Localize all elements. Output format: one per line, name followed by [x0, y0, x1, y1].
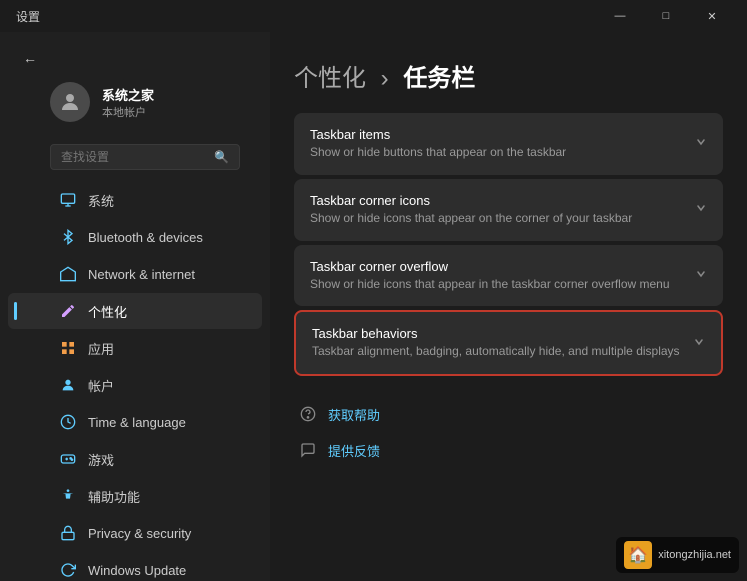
sidebar-item-update[interactable]: Windows Update	[8, 552, 262, 581]
bluetooth-icon	[58, 227, 78, 247]
apps-icon	[58, 338, 78, 358]
sidebar-label-time: Time & language	[88, 415, 186, 430]
watermark: 🏠 xitongzhijia.net	[616, 537, 739, 573]
network-icon	[58, 264, 78, 284]
card-chevron-taskbar-items	[695, 136, 707, 151]
titlebar: 设置 — □ ✕	[0, 0, 747, 32]
privacy-icon	[58, 523, 78, 543]
sidebar-label-accounts: 帐户	[88, 376, 114, 395]
avatar	[50, 82, 90, 122]
sidebar-item-gaming[interactable]: 游戏	[8, 441, 262, 477]
card-chevron-taskbar-corner-icons	[695, 202, 707, 217]
card-title-taskbar-items: Taskbar items	[310, 127, 683, 142]
sidebar-item-time[interactable]: Time & language	[8, 404, 262, 440]
gaming-icon	[58, 449, 78, 469]
card-title-taskbar-behaviors: Taskbar behaviors	[312, 326, 681, 341]
feedback-icon	[298, 440, 318, 460]
link-help[interactable]: 获取帮助	[294, 396, 723, 432]
sidebar-label-accessibility: 辅助功能	[88, 487, 140, 506]
sidebar-label-personalize: 个性化	[88, 302, 127, 321]
accounts-icon	[58, 375, 78, 395]
back-button[interactable]: ←	[16, 44, 44, 72]
card-taskbar-items[interactable]: Taskbar items Show or hide buttons that …	[294, 113, 723, 175]
link-label-help: 获取帮助	[328, 405, 380, 424]
card-chevron-taskbar-corner-overflow	[695, 268, 707, 283]
card-desc-taskbar-items: Show or hide buttons that appear on the …	[310, 144, 683, 161]
titlebar-controls: — □ ✕	[597, 0, 735, 32]
watermark-logo: 🏠	[624, 541, 652, 569]
card-desc-taskbar-corner-overflow: Show or hide icons that appear in the ta…	[310, 276, 683, 293]
user-profile[interactable]: 系统之家 本地帐户	[0, 72, 270, 132]
time-icon	[58, 412, 78, 432]
main-content: 个性化 › 任务栏 Taskbar items Show or hide but…	[270, 32, 747, 581]
card-title-taskbar-corner-icons: Taskbar corner icons	[310, 193, 683, 208]
card-title-taskbar-corner-overflow: Taskbar corner overflow	[310, 259, 683, 274]
search-icon: 🔍	[214, 150, 229, 164]
user-subtitle: 本地帐户	[102, 104, 154, 120]
sidebar-label-system: 系统	[88, 191, 114, 210]
sidebar-label-bluetooth: Bluetooth & devices	[88, 230, 203, 245]
update-icon	[58, 560, 78, 580]
sidebar-item-system[interactable]: 系统	[8, 182, 262, 218]
sidebar-item-apps[interactable]: 应用	[8, 330, 262, 366]
breadcrumb-current: 任务栏	[403, 65, 475, 92]
sidebar-label-update: Windows Update	[88, 563, 186, 578]
sidebar: ← 系统之家 本地帐户 🔍 系统 Bluetooth & devices Net…	[0, 32, 270, 581]
personalize-icon	[58, 301, 78, 321]
card-desc-taskbar-corner-icons: Show or hide icons that appear on the co…	[310, 210, 683, 227]
close-button[interactable]: ✕	[689, 0, 735, 32]
sidebar-item-privacy[interactable]: Privacy & security	[8, 515, 262, 551]
link-feedback[interactable]: 提供反馈	[294, 432, 723, 468]
user-info: 系统之家 本地帐户	[102, 85, 154, 120]
titlebar-title: 设置	[16, 8, 40, 25]
sidebar-item-accounts[interactable]: 帐户	[8, 367, 262, 403]
bottom-links: 获取帮助 提供反馈	[294, 396, 723, 468]
card-desc-taskbar-behaviors: Taskbar alignment, badging, automaticall…	[312, 343, 681, 360]
sidebar-item-network[interactable]: Network & internet	[8, 256, 262, 292]
system-icon	[58, 190, 78, 210]
sidebar-item-personalize[interactable]: 个性化	[8, 293, 262, 329]
sidebar-item-accessibility[interactable]: 辅助功能	[8, 478, 262, 514]
card-chevron-taskbar-behaviors	[693, 336, 705, 351]
sidebar-label-network: Network & internet	[88, 267, 195, 282]
maximize-button[interactable]: □	[643, 0, 689, 32]
minimize-button[interactable]: —	[597, 0, 643, 32]
watermark-text: xitongzhijia.net	[658, 549, 731, 561]
help-icon	[298, 404, 318, 424]
sidebar-label-gaming: 游戏	[88, 450, 114, 469]
link-label-feedback: 提供反馈	[328, 441, 380, 460]
search-box: 🔍	[50, 144, 240, 170]
accessibility-icon	[58, 486, 78, 506]
sidebar-item-bluetooth[interactable]: Bluetooth & devices	[8, 219, 262, 255]
breadcrumb-parent: 个性化	[294, 65, 366, 92]
search-input[interactable]	[61, 150, 201, 164]
settings-cards: Taskbar items Show or hide buttons that …	[294, 113, 723, 376]
sidebar-nav: 系统 Bluetooth & devices Network & interne…	[0, 182, 270, 581]
sidebar-label-privacy: Privacy & security	[88, 526, 191, 541]
breadcrumb-separator: ›	[381, 65, 389, 92]
user-name: 系统之家	[102, 85, 154, 104]
card-taskbar-corner-overflow[interactable]: Taskbar corner overflow Show or hide ico…	[294, 245, 723, 307]
sidebar-label-apps: 应用	[88, 339, 114, 358]
search-container: 🔍	[0, 140, 270, 178]
breadcrumb: 个性化 › 任务栏	[294, 58, 723, 93]
card-taskbar-behaviors[interactable]: Taskbar behaviors Taskbar alignment, bad…	[294, 310, 723, 376]
card-taskbar-corner-icons[interactable]: Taskbar corner icons Show or hide icons …	[294, 179, 723, 241]
